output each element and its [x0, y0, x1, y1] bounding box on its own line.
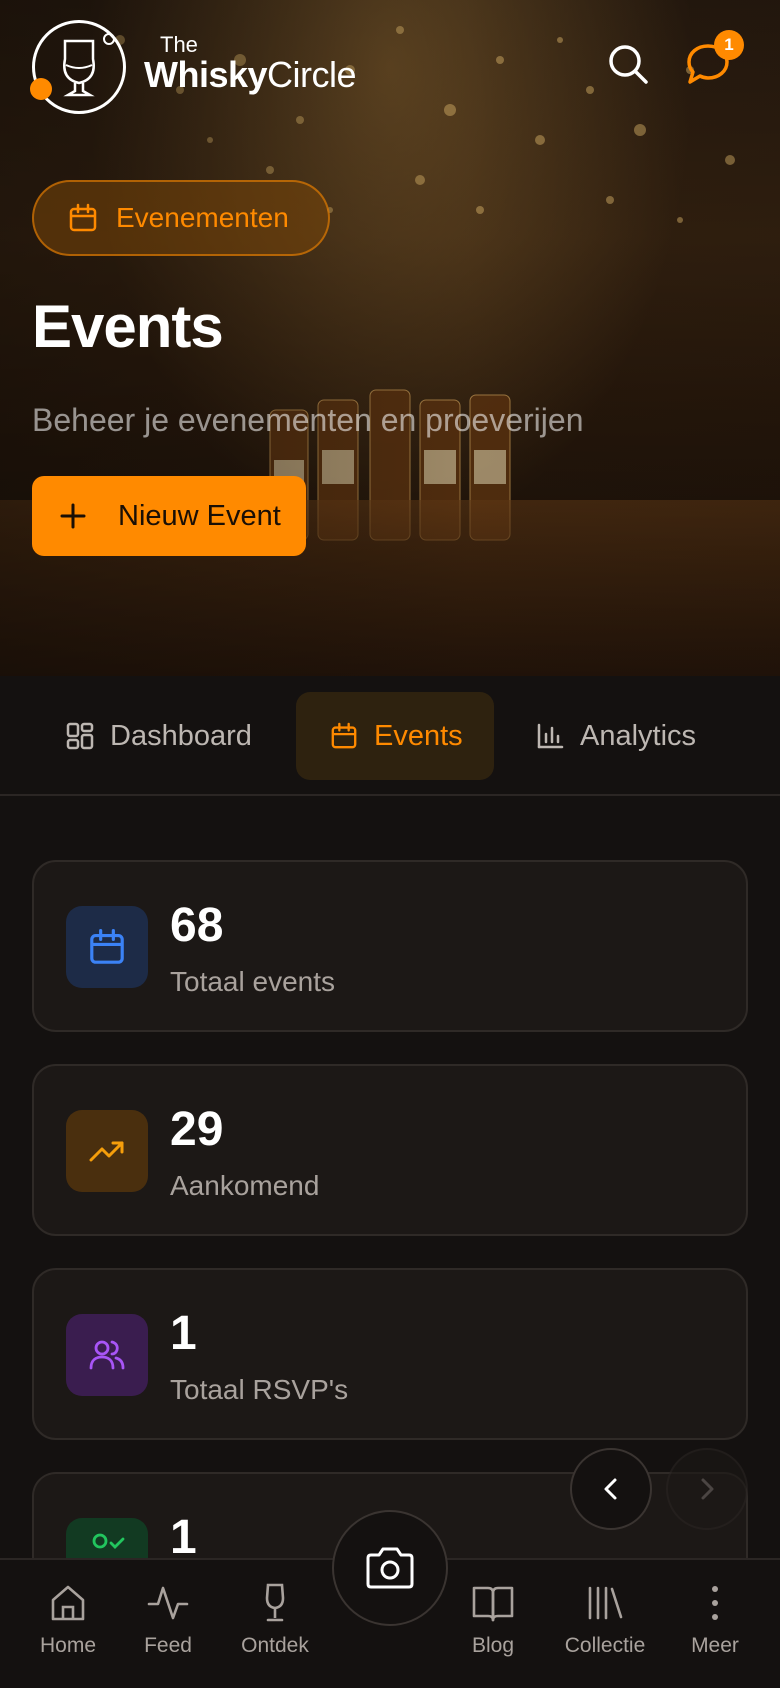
stat-icon-box — [66, 1314, 148, 1396]
calendar-icon — [90, 928, 124, 964]
nav-ontdek[interactable]: Ontdek — [220, 1582, 330, 1658]
dashboard-icon — [66, 722, 94, 750]
chevron-right-icon — [701, 1478, 714, 1500]
nav-ontdek-label: Ontdek — [241, 1634, 309, 1657]
tab-analytics[interactable]: Analytics — [536, 692, 696, 780]
logo-accent-dot — [30, 78, 52, 100]
stat-value: 68 — [170, 899, 224, 952]
library-icon — [588, 1586, 623, 1620]
whisky-circle-logo[interactable] — [32, 20, 126, 114]
stat-card-total-events: 68 Totaal events — [32, 860, 748, 1032]
home-icon — [51, 1585, 85, 1621]
plus-icon — [60, 503, 86, 529]
nav-blog-label: Blog — [471, 1634, 515, 1657]
nav-collectie-label: Collectie — [564, 1634, 646, 1657]
page-subtitle: Beheer je evenementen en proeverijen — [32, 402, 584, 438]
chevron-left-icon — [604, 1478, 617, 1500]
new-event-label: Nieuw Event — [118, 499, 281, 532]
nav-meer[interactable]: Meer — [660, 1582, 770, 1658]
bar-chart-icon — [537, 723, 564, 749]
stat-icon-box — [66, 906, 148, 988]
carousel-prev-button[interactable] — [570, 1448, 652, 1530]
glass-icon — [265, 1583, 285, 1622]
search-button[interactable] — [600, 36, 656, 92]
activity-icon — [147, 1586, 189, 1620]
brand-circle: Circle — [267, 54, 357, 95]
calendar-icon — [69, 203, 97, 232]
calendar-icon — [331, 722, 357, 749]
camera-icon — [366, 1547, 414, 1589]
hero-banner: The WhiskyCircle 1 Evenementen Events Be… — [0, 0, 780, 676]
stat-card-upcoming: 29 Aankomend — [32, 1064, 748, 1236]
nav-meer-label: Meer — [691, 1634, 739, 1657]
section-badge: Evenementen — [32, 180, 330, 256]
tab-dashboard-label: Dashboard — [110, 719, 252, 752]
stat-value: 1 — [170, 1511, 197, 1564]
stat-icon-box — [66, 1518, 148, 1558]
stat-card-total-rsvps: 1 Totaal RSVP's — [32, 1268, 748, 1440]
brand-whisky: Whisky — [144, 54, 268, 95]
tab-events-label: Events — [374, 719, 463, 752]
nav-collectie[interactable]: Collectie — [550, 1582, 660, 1658]
notification-badge: 1 — [714, 30, 744, 60]
user-check-icon — [92, 1533, 125, 1549]
camera-button[interactable] — [332, 1510, 448, 1626]
stat-label: Totaal RSVP's — [170, 1374, 349, 1405]
nav-home-label: Home — [39, 1634, 97, 1657]
carousel-next-button[interactable] — [666, 1448, 748, 1530]
tab-analytics-label: Analytics — [580, 719, 697, 752]
stat-label: Aankomend — [170, 1170, 320, 1201]
trending-up-icon — [89, 1141, 124, 1162]
tab-dashboard[interactable]: Dashboard — [66, 692, 252, 780]
nav-feed-label: Feed — [144, 1634, 192, 1657]
nav-home[interactable]: Home — [13, 1582, 123, 1658]
brand-name: WhiskyCircle — [144, 54, 357, 96]
search-icon — [609, 45, 648, 84]
stat-label: Totaal events — [170, 966, 335, 997]
stat-icon-box — [66, 1110, 148, 1192]
stat-value: 29 — [170, 1103, 224, 1156]
book-icon — [472, 1586, 514, 1622]
more-icon — [712, 1586, 718, 1620]
tab-bar: Dashboard Events Analytics — [0, 676, 780, 796]
users-icon — [89, 1340, 125, 1370]
tab-events[interactable]: Events — [296, 692, 494, 780]
glencairn-glass-icon — [63, 33, 115, 97]
stat-value: 1 — [170, 1307, 197, 1360]
page-title: Events — [32, 293, 224, 360]
section-badge-label: Evenementen — [116, 202, 289, 233]
nav-feed[interactable]: Feed — [113, 1582, 223, 1658]
new-event-button[interactable]: Nieuw Event — [32, 476, 306, 556]
nav-blog[interactable]: Blog — [438, 1582, 548, 1658]
